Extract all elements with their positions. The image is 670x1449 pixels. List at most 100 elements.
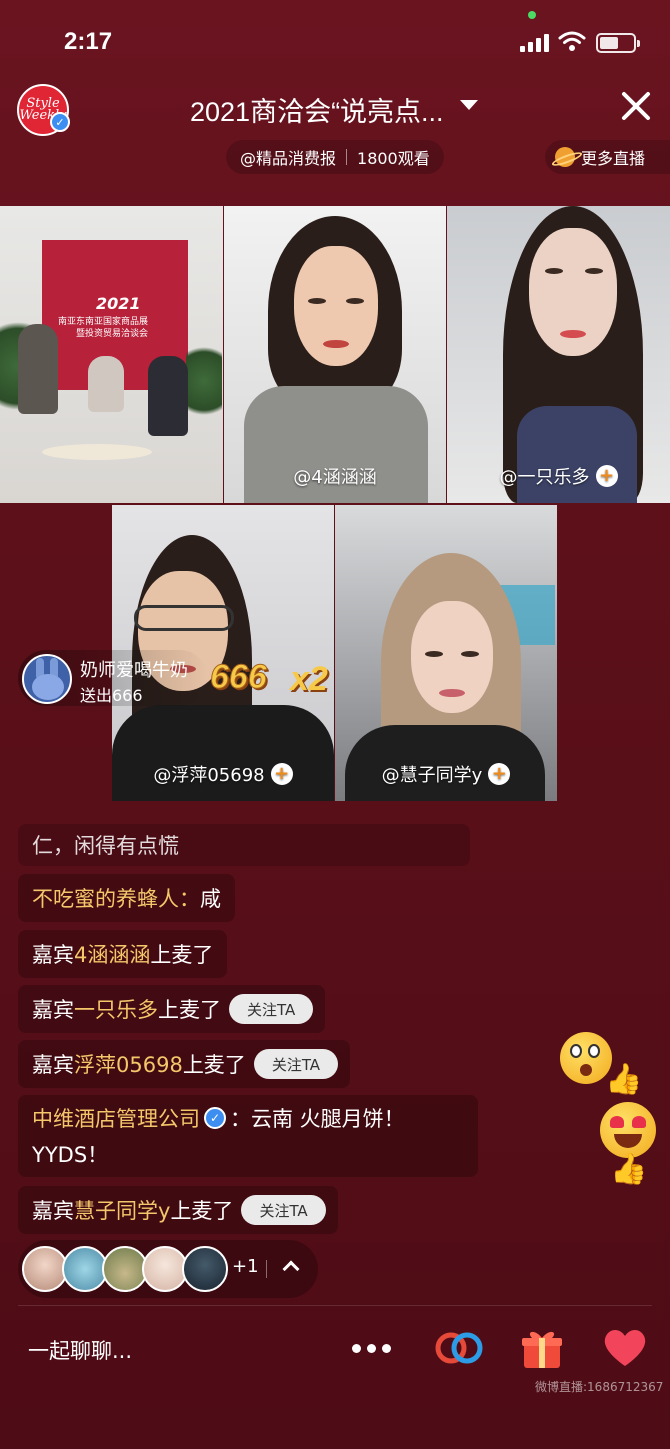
comment-text: 仁，闲得有点慌 — [32, 834, 179, 858]
close-button[interactable] — [620, 90, 652, 122]
emoji-mouth — [614, 1134, 642, 1148]
lips — [439, 689, 465, 697]
signal-icon — [520, 34, 550, 52]
divider — [346, 149, 348, 165]
comment-user[interactable]: 4涵涵涵 — [74, 939, 150, 969]
comment-item: 仁，闲得有点慌 — [18, 824, 470, 866]
thumbs-up-icon: 👍 — [610, 1152, 648, 1187]
comment-text: 咸 — [200, 887, 221, 911]
caret-down-icon[interactable] — [460, 100, 478, 110]
person — [88, 356, 124, 412]
event-banner-year: 2021 — [96, 294, 141, 313]
watermark: 微博直播:1686712367 — [535, 1380, 664, 1394]
comment-text: 嘉宾 — [32, 998, 74, 1022]
camera-indicator — [528, 11, 536, 19]
comment-text: YYDS！ — [32, 1143, 109, 1167]
gift-sender-name: 奶师爱喝牛奶 — [80, 660, 188, 681]
planet-icon — [555, 147, 575, 167]
comment-text: 嘉宾 — [32, 1053, 74, 1077]
comment-text: 上麦了 — [150, 943, 214, 967]
comment-user[interactable]: 浮萍05698 — [74, 1049, 183, 1079]
follow-button[interactable]: 关注TA — [253, 1049, 339, 1079]
gift-666-icon: 666 — [210, 658, 268, 697]
viewer-count: 1800观看 — [357, 149, 430, 168]
comment-item: 嘉宾 一只乐多 上麦了 关注TA — [18, 985, 326, 1033]
eye — [346, 298, 364, 304]
heart-icon[interactable] — [602, 1326, 648, 1368]
verified-icon: ✓ — [50, 112, 70, 132]
bunny-face — [32, 674, 64, 700]
eye — [308, 298, 326, 304]
follow-plus-icon[interactable]: + — [595, 465, 618, 487]
eye — [545, 268, 563, 274]
comment-text: 嘉宾 — [32, 1199, 74, 1223]
comment-user[interactable]: 中维酒店管理公司 — [32, 1103, 200, 1133]
more-live-label: 更多直播 — [581, 149, 646, 168]
comment-text: 上麦了 — [158, 998, 221, 1022]
table — [42, 444, 152, 460]
guest-name: @一只乐多 — [499, 467, 590, 488]
follow-button[interactable]: 关注TA — [241, 1195, 326, 1225]
divider — [266, 1260, 267, 1278]
guest-name: @4涵涵涵 — [293, 467, 377, 488]
comment-text: 上麦了 — [182, 1053, 246, 1077]
host-name: @精品消费报 — [240, 149, 337, 168]
link-mic-icon[interactable] — [434, 1330, 484, 1366]
guest-video-tile[interactable]: @慧子同学y + — [335, 505, 557, 801]
comment-text: 上麦了 — [170, 1199, 234, 1223]
comment-user[interactable]: 一只乐多 — [74, 994, 158, 1024]
follow-button[interactable]: 关注TA — [229, 994, 314, 1024]
comment-user[interactable]: 慧子同学y — [74, 1195, 170, 1225]
guest-label: @4涵涵涵 — [224, 463, 446, 489]
comment-item: 嘉宾 4涵涵涵 上麦了 — [18, 930, 228, 978]
lips — [560, 330, 586, 338]
guest-label: @慧子同学y + — [335, 761, 557, 787]
gift-icon[interactable] — [520, 1326, 564, 1370]
guest-name: @浮萍05698 — [153, 765, 265, 786]
comment-user[interactable]: 不吃蜜的养蜂人： — [32, 883, 200, 913]
person — [18, 324, 58, 414]
viewer-extra-count: +1 — [232, 1256, 259, 1277]
face — [294, 246, 378, 366]
guest-video-tile[interactable]: @一只乐多 + — [447, 206, 670, 503]
comment-item: 嘉宾 浮萍05698 上麦了 关注TA — [18, 1040, 351, 1088]
comment-item: 中维酒店管理公司 ✓ ：云南 火腿月饼！ YYDS！ — [18, 1095, 478, 1177]
host-info-pill[interactable]: @精品消费报 1800观看 — [226, 140, 444, 174]
chat-input[interactable]: 一起聊聊... — [28, 1335, 132, 1365]
eye — [461, 651, 479, 657]
heart-eyes-emoji-icon — [600, 1102, 656, 1158]
gift-multiplier: x2 — [290, 660, 328, 698]
host-video-tile[interactable]: 2021 南亚东南亚国家商品展 暨投资贸易洽谈会 — [0, 206, 223, 503]
wifi-icon — [558, 31, 586, 51]
live-title[interactable]: 2021商洽会“说亮点... — [190, 90, 444, 129]
viewer-avatar[interactable] — [182, 1246, 228, 1292]
heart-eye — [610, 1116, 624, 1128]
gift-sender-avatar[interactable] — [22, 654, 72, 704]
follow-plus-icon[interactable]: + — [270, 763, 293, 785]
guest-name: @慧子同学y — [381, 765, 483, 786]
follow-plus-icon[interactable]: + — [488, 763, 511, 785]
guest-video-tile[interactable]: @4涵涵涵 — [224, 206, 446, 503]
person — [148, 356, 188, 436]
eye — [425, 651, 443, 657]
guest-label: @浮萍05698 + — [112, 761, 334, 787]
comment-text: ：云南 火腿月饼！ — [230, 1107, 405, 1131]
battery-icon — [596, 33, 640, 53]
plant-decor — [186, 336, 222, 426]
more-live-button[interactable]: 更多直播 — [545, 140, 670, 174]
lips — [323, 340, 349, 348]
verified-icon: ✓ — [204, 1107, 226, 1129]
event-banner-line2: 暨投资贸易洽谈会 — [76, 329, 149, 339]
glasses — [134, 605, 234, 631]
emoji-eye — [570, 1044, 582, 1058]
emoji-mouth — [580, 1064, 592, 1076]
more-icon[interactable] — [352, 1344, 391, 1353]
thumbs-up-icon: 👍 — [605, 1062, 643, 1097]
guest-label: @一只乐多 + — [447, 463, 670, 489]
divider — [18, 1305, 652, 1306]
eye — [585, 268, 603, 274]
status-time: 2:17 — [64, 28, 113, 55]
gift-text: 送出666 — [80, 686, 143, 705]
emoji-eye — [588, 1044, 600, 1058]
comment-text: 嘉宾 — [32, 943, 74, 967]
